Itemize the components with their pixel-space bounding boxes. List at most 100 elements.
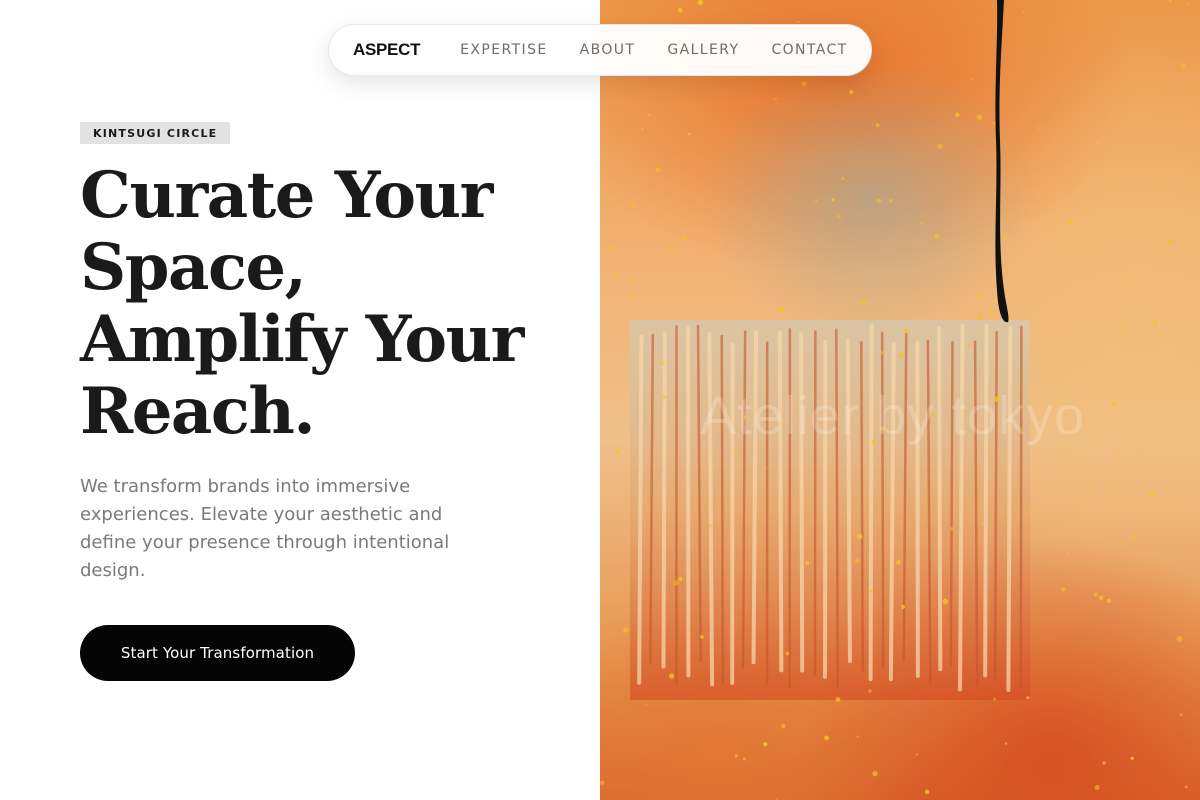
paint-fleck: [1106, 598, 1112, 603]
paint-fleck: [980, 522, 984, 526]
eyebrow-badge: KINTSUGI CIRCLE: [80, 122, 231, 144]
paint-fleck: [856, 735, 859, 738]
comb-stroke: [835, 328, 840, 688]
paint-fleck: [856, 533, 863, 540]
paint-fleck: [937, 143, 943, 150]
brand-logo[interactable]: ASPECT: [353, 40, 420, 60]
paint-fleck: [1118, 329, 1123, 333]
paint-fleck: [1094, 785, 1100, 791]
paint-fleck: [870, 439, 877, 446]
comb-stroke: [777, 331, 784, 673]
top-navigation: ASPECT EXPERTISE ABOUT GALLERY CONTACT: [328, 24, 872, 76]
paint-fleck: [681, 235, 687, 240]
comb-stroke: [868, 323, 874, 682]
comb-stroke: [637, 334, 644, 685]
paint-fleck: [965, 306, 968, 309]
comb-stroke: [993, 330, 998, 683]
paint-fleck: [879, 351, 884, 355]
paint-fleck: [632, 203, 636, 208]
paint-fleck: [734, 754, 739, 758]
paint-fleck: [778, 306, 784, 312]
paint-fleck: [1166, 240, 1173, 246]
paint-fleck: [1098, 595, 1104, 601]
comb-stroke: [983, 324, 989, 678]
painting-texture: [600, 0, 1189, 800]
paint-fleck: [775, 798, 778, 800]
paint-fleck: [837, 226, 840, 228]
paint-fleck: [1080, 328, 1083, 331]
paint-fleck: [1115, 454, 1119, 458]
paint-fleck: [976, 114, 983, 120]
paint-fleck: [629, 279, 633, 284]
paint-fleck: [1184, 785, 1188, 789]
comb-stroke: [720, 334, 725, 683]
paint-fleck: [797, 21, 800, 23]
paint-fleck: [742, 757, 746, 761]
paint-fleck: [699, 634, 705, 639]
nav-link-gallery[interactable]: GALLERY: [667, 42, 739, 58]
paint-fleck: [1168, 0, 1172, 3]
paint-fleck: [659, 360, 665, 366]
paint-fleck: [861, 299, 866, 304]
paint-fleck: [930, 409, 935, 415]
paint-fleck: [880, 426, 886, 431]
comb-stroke: [957, 323, 965, 692]
paint-fleck: [1021, 10, 1024, 13]
paint-fleck: [1038, 392, 1041, 395]
comb-stroke: [661, 331, 667, 669]
paint-fleck: [718, 420, 722, 424]
nav-link-about[interactable]: ABOUT: [580, 42, 636, 58]
hero-artwork: [600, 0, 1200, 800]
paint-fleck: [900, 604, 906, 609]
paint-fleck: [677, 7, 683, 13]
paint-fleck: [1135, 453, 1138, 456]
paint-fleck: [915, 753, 918, 756]
paint-fleck: [609, 245, 614, 250]
start-transformation-button[interactable]: Start Your Transformation: [80, 625, 355, 681]
paint-fleck: [1152, 320, 1158, 326]
paint-fleck: [641, 128, 644, 131]
paint-fleck: [1028, 509, 1032, 513]
paint-fleck: [733, 450, 739, 455]
nav-links: EXPERTISE ABOUT GALLERY CONTACT: [460, 42, 847, 58]
paint-fleck: [1102, 761, 1106, 765]
paint-fleck: [751, 378, 754, 381]
comb-stroke: [1019, 325, 1023, 688]
comb-stroke: [880, 331, 885, 670]
paint-fleck: [600, 780, 605, 785]
comb-stroke: [937, 326, 943, 672]
paint-fleck: [920, 221, 924, 225]
paint-fleck: [1076, 552, 1079, 556]
comb-stroke: [707, 331, 715, 687]
paint-fleck: [666, 261, 669, 264]
paint-fleck: [889, 198, 893, 203]
hero-description: We transform brands into immersive exper…: [80, 476, 450, 581]
paint-fleck: [670, 246, 674, 251]
paint-fleck: [763, 742, 768, 747]
paint-fleck: [1021, 427, 1024, 430]
comb-stroke: [949, 341, 954, 667]
paint-fleck: [1004, 742, 1008, 745]
paint-fleck: [872, 770, 878, 777]
nav-link-contact[interactable]: CONTACT: [771, 42, 847, 58]
paint-fleck: [976, 295, 980, 298]
paint-fleck: [612, 273, 617, 278]
comb-stroke: [1006, 325, 1013, 692]
paint-fleck: [903, 328, 909, 334]
paint-fleck: [1066, 553, 1070, 556]
paint-fleck: [687, 132, 691, 136]
paint-fleck: [886, 330, 888, 333]
paint-fleck: [1086, 489, 1091, 494]
paint-fleck: [1176, 636, 1183, 642]
paint-fleck: [898, 352, 905, 358]
paint-fleck: [606, 195, 610, 198]
black-brush-stroke: [995, 0, 1009, 323]
paint-fleck: [615, 448, 620, 454]
paint-fleck: [1060, 586, 1066, 592]
paint-fleck: [673, 580, 680, 586]
paint-fleck: [1175, 485, 1179, 489]
headline-line: Amplify Your: [80, 302, 524, 377]
nav-link-expertise[interactable]: EXPERTISE: [460, 42, 547, 58]
paint-fleck: [988, 310, 994, 316]
paint-fleck: [924, 789, 930, 795]
